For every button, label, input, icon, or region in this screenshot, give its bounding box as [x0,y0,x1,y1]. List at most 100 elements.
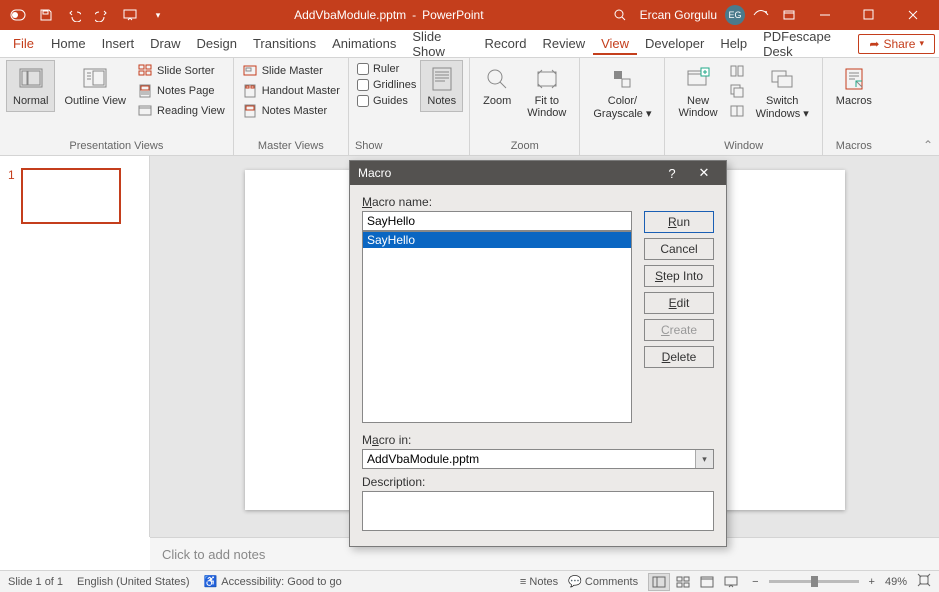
notes-button[interactable]: Notes [420,60,463,112]
tab-home[interactable]: Home [43,32,94,55]
macros-button[interactable]: Macros [829,60,879,112]
username: Ercan Gorgulu [640,8,717,22]
color-grayscale-button[interactable]: Color/ Grayscale ▾ [586,60,658,125]
slide-master-button[interactable]: Slide Master [240,62,342,80]
tab-design[interactable]: Design [189,32,245,55]
notes-toggle[interactable]: ≡ Notes [520,576,558,588]
tab-record[interactable]: Record [477,32,535,55]
combo-arrow-icon[interactable]: ▾ [695,450,713,468]
autosave-toggle-icon[interactable] [6,3,30,27]
tab-help[interactable]: Help [712,32,755,55]
fit-window-icon [533,65,561,93]
tab-pdfescape[interactable]: PDFescape Desk [755,25,858,63]
guides-checkbox[interactable]: Guides [355,94,418,108]
sorter-view-btn[interactable] [672,573,694,591]
outline-view-button[interactable]: Outline View [57,60,133,112]
notes-page-button[interactable]: Notes Page [135,82,227,100]
step-into-button[interactable]: Step Into [644,265,714,287]
language-indicator[interactable]: English (United States) [77,576,190,588]
switch-windows-button[interactable]: Switch Windows ▾ [749,60,816,125]
tab-file[interactable]: File [4,31,43,56]
tab-developer[interactable]: Developer [637,32,712,55]
color-grayscale-icon [608,65,636,93]
gridlines-checkbox[interactable]: Gridlines [355,78,418,92]
notes-placeholder: Click to add notes [162,547,265,562]
slide-master-icon [242,63,258,79]
appname: PowerPoint [422,8,483,22]
zoom-level[interactable]: 49% [885,576,907,588]
tab-review[interactable]: Review [534,32,593,55]
chevron-down-icon: ▾ [919,38,924,49]
ribbon: Normal Outline View Slide Sorter Notes P… [0,58,939,156]
tab-transitions[interactable]: Transitions [245,32,324,55]
group-presentation-views: Normal Outline View Slide Sorter Notes P… [0,58,234,155]
comments-toggle[interactable]: 💬 Comments [568,575,638,588]
collapse-ribbon-icon[interactable]: ⌃ [923,138,933,152]
close-button[interactable] [893,0,933,30]
macro-list-item[interactable]: SayHello [363,232,631,248]
notes-master-button[interactable]: Notes Master [240,102,342,120]
slide-indicator[interactable]: Slide 1 of 1 [8,576,63,588]
tab-slideshow[interactable]: Slide Show [404,25,476,63]
cancel-button[interactable]: Cancel [644,238,714,260]
reading-view-button[interactable]: Reading View [135,102,227,120]
handout-master-icon [242,83,258,99]
arrange-all-button[interactable] [727,62,747,80]
macro-list[interactable]: SayHello [362,231,632,423]
thumbnail-pane[interactable]: 1 [0,156,150,537]
create-button: Create [644,319,714,341]
normal-view-btn[interactable] [648,573,670,591]
edit-button[interactable]: Edit [644,292,714,314]
new-window-button[interactable]: New Window [671,60,724,124]
zoom-slider[interactable] [769,580,859,583]
notes-icon [428,65,456,93]
slide-thumbnail[interactable] [21,168,121,224]
tab-draw[interactable]: Draw [142,32,188,55]
new-window-icon [684,65,712,93]
zoom-out-button[interactable]: − [752,576,758,588]
accessibility-indicator[interactable]: ♿Accessibility: Good to go [204,575,342,588]
cascade-button[interactable] [727,82,747,100]
qat-more-icon[interactable]: ▾ [146,3,170,27]
tab-insert[interactable]: Insert [94,32,143,55]
redo-icon[interactable] [90,3,114,27]
search-icon[interactable] [608,3,632,27]
fit-to-window-button[interactable] [917,573,931,590]
normal-view-button[interactable]: Normal [6,60,55,112]
handout-master-button[interactable]: Handout Master [240,82,342,100]
ribbon-tabs: File Home Insert Draw Design Transitions… [0,30,939,58]
slideshow-view-btn[interactable] [720,573,742,591]
switch-windows-icon [768,65,796,93]
slide-sorter-button[interactable]: Slide Sorter [135,62,227,80]
zoom-in-button[interactable]: + [869,576,875,588]
macro-in-combo[interactable] [362,449,714,469]
slide-sorter-icon [137,63,153,79]
present-icon[interactable] [118,3,142,27]
move-split-button[interactable] [727,102,747,120]
reading-view-btn[interactable] [696,573,718,591]
undo-icon[interactable] [62,3,86,27]
dialog-titlebar[interactable]: Macro ? ✕ [350,161,726,185]
ribbon-display-icon[interactable] [777,3,801,27]
user-avatar[interactable]: EG [725,5,745,25]
tab-view[interactable]: View [593,32,637,55]
fit-window-button[interactable]: Fit to Window [520,60,573,124]
macro-name-input[interactable] [362,211,632,231]
coming-soon-icon[interactable] [749,3,773,27]
normal-view-icon [17,65,45,93]
ruler-checkbox[interactable]: Ruler [355,62,418,76]
reading-view-icon [137,103,153,119]
run-button[interactable]: Run [644,211,714,233]
delete-button[interactable]: Delete [644,346,714,368]
zoom-button[interactable]: Zoom [476,60,518,112]
save-icon[interactable] [34,3,58,27]
dialog-title: Macro [358,166,391,180]
filename: AddVbaModule.pptm [294,8,406,22]
share-label: Share [883,37,915,51]
title-sep: - [412,8,416,22]
description-textarea[interactable] [362,491,714,531]
share-button[interactable]: ➦ Share ▾ [858,34,935,54]
dialog-close-button[interactable]: ✕ [690,163,718,183]
tab-animations[interactable]: Animations [324,32,404,55]
dialog-help-button[interactable]: ? [658,163,686,183]
